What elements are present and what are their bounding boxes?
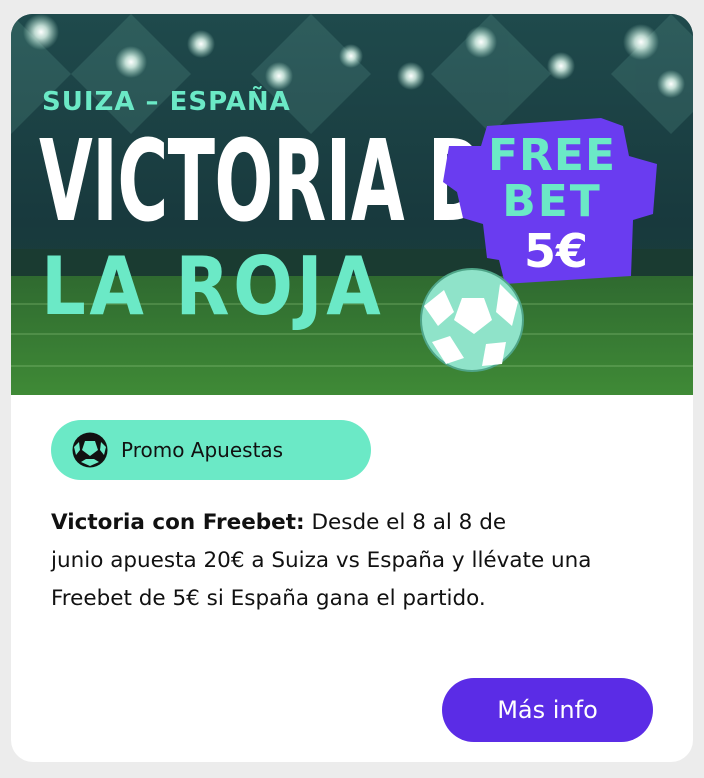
more-info-button[interactable]: Más info xyxy=(442,678,653,742)
promo-card: SUIZA – ESPAÑA VICTORIA DE LA ROJA FREE … xyxy=(11,14,693,762)
description-line3: Freebet de 5€ si España gana el partido. xyxy=(51,586,486,611)
promo-banner[interactable]: SUIZA – ESPAÑA VICTORIA DE LA ROJA FREE … xyxy=(11,14,693,395)
ticket-amount-text: 5€ xyxy=(523,224,588,278)
ticket-bet-text: BET xyxy=(502,176,602,227)
description-line2: junio apuesta 20€ a Suiza vs España y ll… xyxy=(51,548,592,573)
promo-category-badge: Promo Apuestas xyxy=(51,420,371,480)
promo-description: Victoria con Freebet: Desde el 8 al 8 de… xyxy=(51,504,661,618)
ticket-free-text: FREE xyxy=(487,130,617,181)
description-line1: Desde el 8 al 8 de xyxy=(304,510,507,535)
soccer-ball-icon xyxy=(72,432,108,468)
badge-label: Promo Apuestas xyxy=(121,438,284,462)
description-lead: Victoria con Freebet: xyxy=(51,510,305,535)
